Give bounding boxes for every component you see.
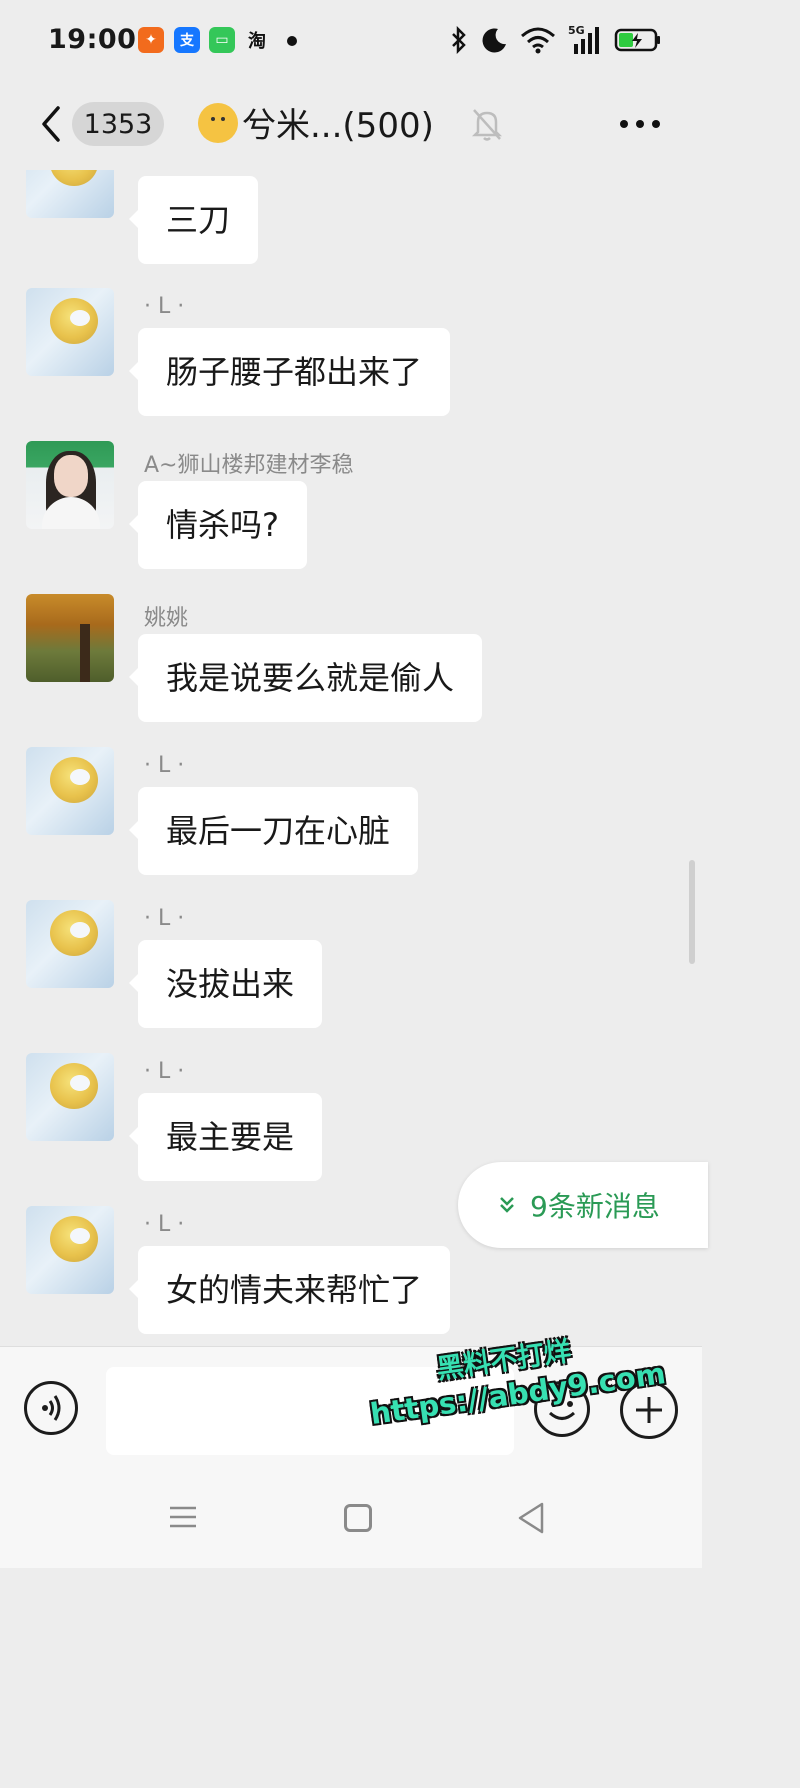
message-bubble[interactable]: 最后一刀在心脏 — [128, 787, 419, 875]
battery-charging-icon — [614, 28, 660, 52]
alipay-icon: 支 — [174, 27, 200, 53]
sender-name: 姚姚 — [144, 606, 189, 631]
new-messages-label: 9条新消息 — [530, 1190, 660, 1223]
sender-name: · L · — [144, 1059, 185, 1084]
message-bubble[interactable]: 肠子腰子都出来了 — [128, 328, 451, 416]
avatar[interactable] — [26, 1206, 114, 1294]
notification-dot-icon — [287, 36, 297, 46]
back-triangle-icon[interactable] — [514, 1500, 548, 1536]
sender-name: · L · — [144, 906, 185, 931]
message-bubble[interactable]: 女的情夫来帮忙了 — [128, 1246, 451, 1334]
avatar[interactable] — [26, 170, 114, 218]
message-bubble[interactable]: 没拔出来 — [128, 940, 323, 1028]
network-label: 5G — [568, 24, 585, 37]
system-nav-bar — [0, 1466, 702, 1568]
status-right-group: 5G — [450, 24, 662, 55]
messages-icon: ▭ — [209, 27, 235, 53]
avatar[interactable] — [26, 594, 114, 682]
status-time: 19:00 — [48, 24, 137, 55]
sender-name: · L · — [144, 1212, 185, 1237]
emoji-icon — [548, 1401, 576, 1420]
taobao-icon: 淘 — [248, 31, 266, 52]
sender-name: A~狮山楼邦建材李稳 — [144, 453, 354, 478]
message-bubble[interactable]: 我是说要么就是偷人 — [128, 634, 483, 722]
signal-icon: 5G — [568, 24, 602, 54]
voice-input-button[interactable] — [24, 1381, 78, 1435]
double-chevron-down-icon — [500, 1197, 514, 1213]
input-bar — [0, 1346, 702, 1467]
status-bar: 19:00 ✦ 支 ▭ 淘 5G — [0, 0, 702, 80]
plus-icon — [636, 1397, 662, 1423]
chat-title[interactable]: 兮米...(500) — [198, 98, 434, 147]
chat-title-text: 兮米...(500) — [242, 106, 434, 146]
message-bubble[interactable]: 最主要是 — [128, 1093, 323, 1181]
avatar[interactable] — [26, 441, 114, 529]
moon-icon — [482, 28, 506, 53]
new-messages-button[interactable]: 9条新消息 — [458, 1162, 708, 1248]
baby-emoji-icon — [198, 102, 238, 143]
back-arrow-icon[interactable] — [34, 102, 68, 146]
avatar[interactable] — [26, 1053, 114, 1141]
mute-bell-icon — [471, 109, 503, 141]
avatar[interactable] — [26, 747, 114, 835]
bluetooth-icon — [452, 26, 466, 54]
avatar[interactable] — [26, 900, 114, 988]
more-options-icon[interactable] — [616, 110, 664, 138]
emoji-button[interactable] — [534, 1381, 590, 1437]
home-icon[interactable] — [344, 1504, 372, 1532]
voice-icon — [42, 1395, 61, 1421]
chat-header: 1353 兮米...(500) — [0, 80, 702, 170]
message-bubble[interactable]: 三刀 — [128, 176, 259, 264]
recent-apps-icon[interactable] — [168, 1502, 198, 1532]
message-input[interactable] — [106, 1367, 514, 1455]
more-functions-button[interactable] — [620, 1381, 678, 1439]
wifi-icon — [521, 27, 555, 54]
sender-name: · L · — [144, 294, 185, 319]
message-bubble[interactable]: 情杀吗? — [129, 481, 307, 569]
unread-count-badge[interactable]: 1353 — [72, 102, 164, 146]
sender-name: · L · — [144, 753, 185, 778]
scrollbar[interactable] — [689, 860, 695, 964]
avatar[interactable] — [26, 288, 114, 376]
taobao-special-icon: ✦ — [138, 27, 164, 53]
